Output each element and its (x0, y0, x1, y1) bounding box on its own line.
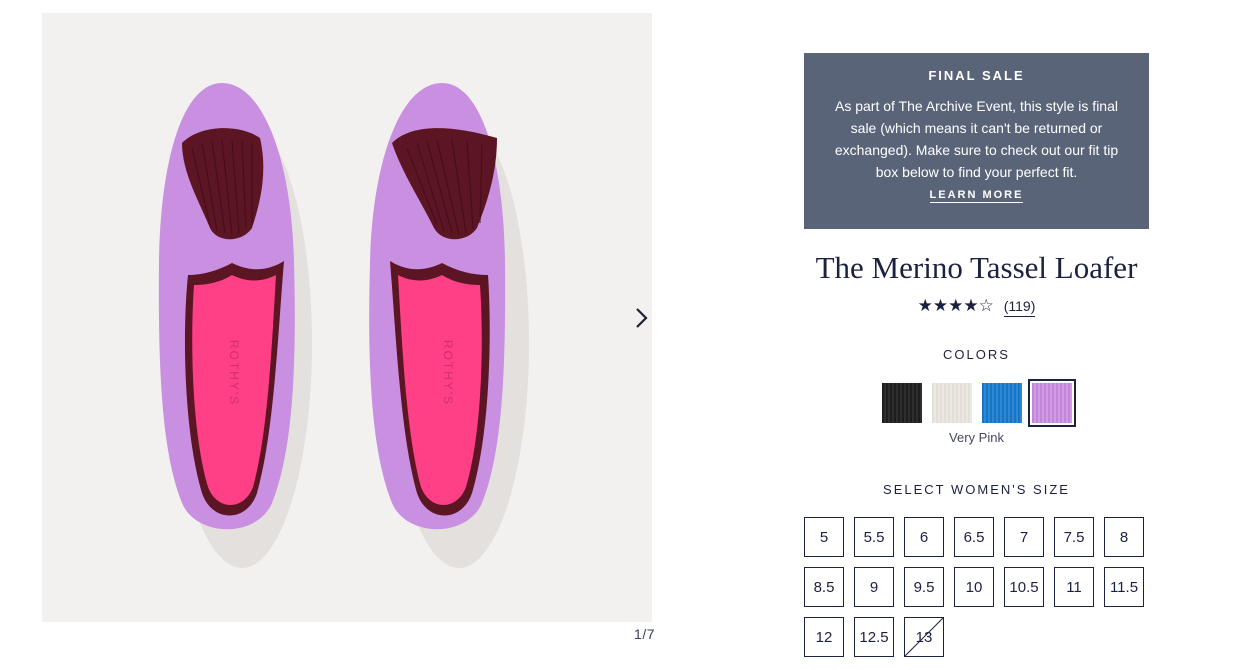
left-shoe: ROTHY'S (158, 83, 295, 530)
color-swatch-blue[interactable] (982, 383, 1022, 423)
next-image-button[interactable] (628, 300, 656, 336)
size-option[interactable]: 12 (804, 617, 844, 657)
size-option[interactable]: 10 (954, 567, 994, 607)
size-option[interactable]: 6.5 (954, 517, 994, 557)
size-option[interactable]: 5.5 (854, 517, 894, 557)
size-option[interactable]: 11 (1054, 567, 1094, 607)
strikethrough-icon (905, 618, 943, 656)
svg-text:ROTHY'S: ROTHY'S (441, 340, 455, 406)
chevron-right-icon (636, 308, 648, 328)
reviews-link[interactable]: (119) (1003, 298, 1036, 317)
product-rating: ★★★★☆ (119) (790, 296, 1163, 317)
size-option[interactable]: 9 (854, 567, 894, 607)
size-option[interactable]: 8 (1104, 517, 1144, 557)
size-option[interactable]: 5 (804, 517, 844, 557)
size-option[interactable]: 12.5 (854, 617, 894, 657)
size-option[interactable]: 9.5 (904, 567, 944, 607)
loafer-pair-image: ROTHY'S ROTHY'S (158, 83, 529, 568)
size-option[interactable]: 10.5 (1004, 567, 1044, 607)
star-rating-icon: ★★★★☆ (917, 296, 994, 315)
color-swatch-cream[interactable] (932, 383, 972, 423)
product-title: The Merino Tassel Loafer (815, 250, 1138, 285)
color-swatch-black[interactable] (882, 383, 922, 423)
size-option[interactable]: 7.5 (1054, 517, 1094, 557)
size-option[interactable]: 7 (1004, 517, 1044, 557)
svg-text:ROTHY'S: ROTHY'S (227, 340, 241, 406)
final-sale-notice: FINAL SALE As part of The Archive Event,… (804, 53, 1149, 229)
notice-body: As part of The Archive Event, this style… (834, 98, 1119, 180)
right-shoe: ROTHY'S (369, 83, 506, 530)
size-option[interactable]: 8.5 (804, 567, 844, 607)
image-counter: 1/7 (634, 626, 655, 642)
product-image[interactable]: ROTHY'S ROTHY'S (42, 13, 652, 622)
size-option-unavailable[interactable]: 13 (904, 617, 944, 657)
size-option[interactable]: 11.5 (1104, 567, 1144, 607)
size-option[interactable]: 6 (904, 517, 944, 557)
notice-title: FINAL SALE (928, 68, 1025, 83)
color-swatch-very-pink[interactable] (1028, 379, 1076, 427)
learn-more-link[interactable]: LEARN MORE (929, 189, 1024, 203)
colors-label: COLORS (943, 347, 1010, 362)
selected-color-name: Very Pink (949, 430, 1004, 445)
size-label: SELECT WOMEN'S SIZE (883, 482, 1070, 497)
